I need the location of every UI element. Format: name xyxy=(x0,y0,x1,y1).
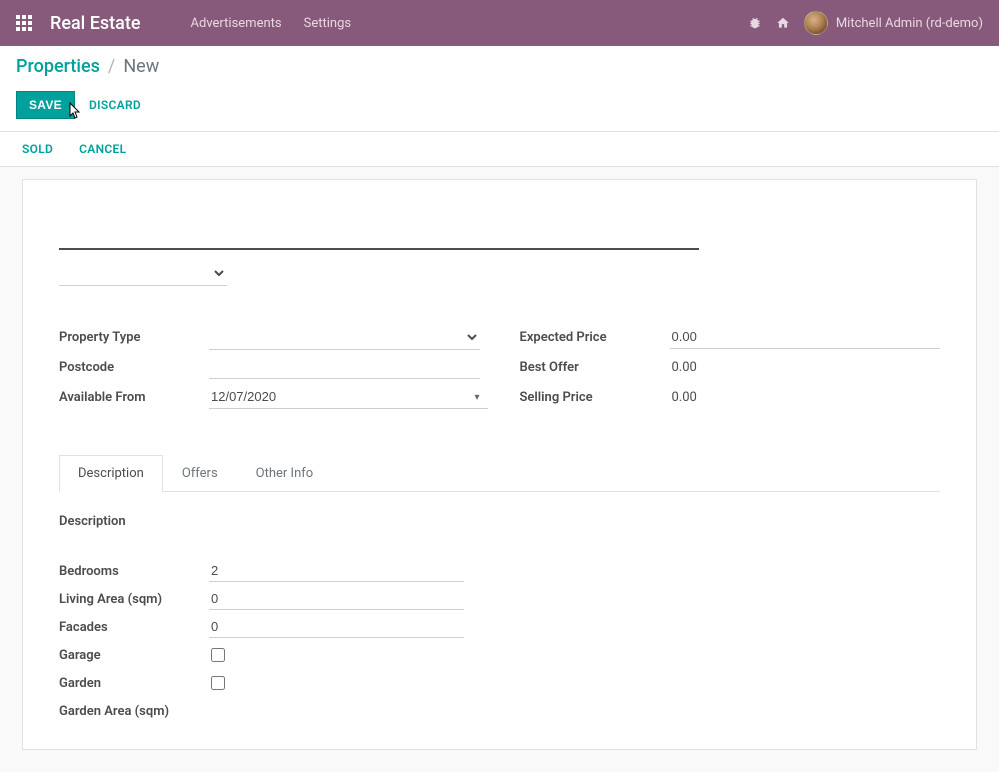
living-area-input[interactable] xyxy=(209,588,464,610)
expected-price-input[interactable] xyxy=(670,325,941,349)
app-title: Real Estate xyxy=(50,13,141,34)
top-nav: Advertisements Settings xyxy=(191,16,352,31)
garage-checkbox[interactable] xyxy=(211,648,225,662)
tab-other-info[interactable]: Other Info xyxy=(237,455,333,492)
expected-price-label: Expected Price xyxy=(520,330,670,345)
tags-select[interactable] xyxy=(59,260,227,286)
property-type-label: Property Type xyxy=(59,330,209,345)
cancel-button[interactable]: CANCEL xyxy=(79,142,126,156)
topbar: Real Estate Advertisements Settings Mitc… xyxy=(0,0,999,46)
selling-price-value: 0.00 xyxy=(670,386,941,409)
garden-label: Garden xyxy=(59,676,209,691)
title-input[interactable] xyxy=(59,204,699,250)
tab-description[interactable]: Description xyxy=(59,455,163,492)
discard-button[interactable]: DISCARD xyxy=(89,98,141,112)
postcode-label: Postcode xyxy=(59,360,209,375)
save-button[interactable]: SAVE xyxy=(16,91,75,119)
bedrooms-input[interactable] xyxy=(209,560,464,582)
avatar xyxy=(804,11,828,35)
tab-offers[interactable]: Offers xyxy=(163,455,237,492)
breadcrumb: Properties / New xyxy=(16,56,983,91)
available-from-input[interactable] xyxy=(209,385,488,409)
bedrooms-label: Bedrooms xyxy=(59,564,209,579)
nav-advertisements[interactable]: Advertisements xyxy=(191,16,282,31)
nav-settings[interactable]: Settings xyxy=(304,16,351,31)
garden-checkbox[interactable] xyxy=(211,676,225,690)
form-sheet: Property Type Postcode Available From ▾ xyxy=(22,179,977,750)
home-icon[interactable] xyxy=(776,16,790,30)
breadcrumb-current: New xyxy=(123,56,159,77)
property-type-select[interactable] xyxy=(209,324,480,350)
selling-price-label: Selling Price xyxy=(520,390,670,405)
breadcrumb-root[interactable]: Properties xyxy=(16,56,100,77)
apps-icon[interactable] xyxy=(16,15,32,31)
best-offer-label: Best Offer xyxy=(520,360,670,375)
save-button-label: SAVE xyxy=(29,98,62,112)
chevron-down-icon[interactable]: ▾ xyxy=(474,392,479,403)
user-name: Mitchell Admin (rd-demo) xyxy=(836,16,983,31)
debug-icon[interactable] xyxy=(748,16,762,30)
available-from-label: Available From xyxy=(59,390,209,405)
sold-button[interactable]: SOLD xyxy=(22,142,53,156)
tabs: Description Offers Other Info xyxy=(59,454,940,492)
cursor-pointer-icon xyxy=(66,101,84,124)
facades-input[interactable] xyxy=(209,616,464,638)
section-title-description: Description xyxy=(59,514,940,529)
living-area-label: Living Area (sqm) xyxy=(59,592,209,607)
breadcrumb-sep: / xyxy=(108,56,115,77)
best-offer-value: 0.00 xyxy=(670,356,941,379)
status-bar: SOLD CANCEL xyxy=(0,132,999,167)
control-bar: Properties / New SAVE DISCARD xyxy=(0,46,999,132)
postcode-input[interactable] xyxy=(209,355,480,379)
garage-label: Garage xyxy=(59,648,209,663)
tab-body-description: Description Bedrooms Living Area (sqm) F… xyxy=(59,492,940,725)
facades-label: Facades xyxy=(59,620,209,635)
garden-area-label: Garden Area (sqm) xyxy=(59,704,209,719)
user-menu[interactable]: Mitchell Admin (rd-demo) xyxy=(804,11,983,35)
